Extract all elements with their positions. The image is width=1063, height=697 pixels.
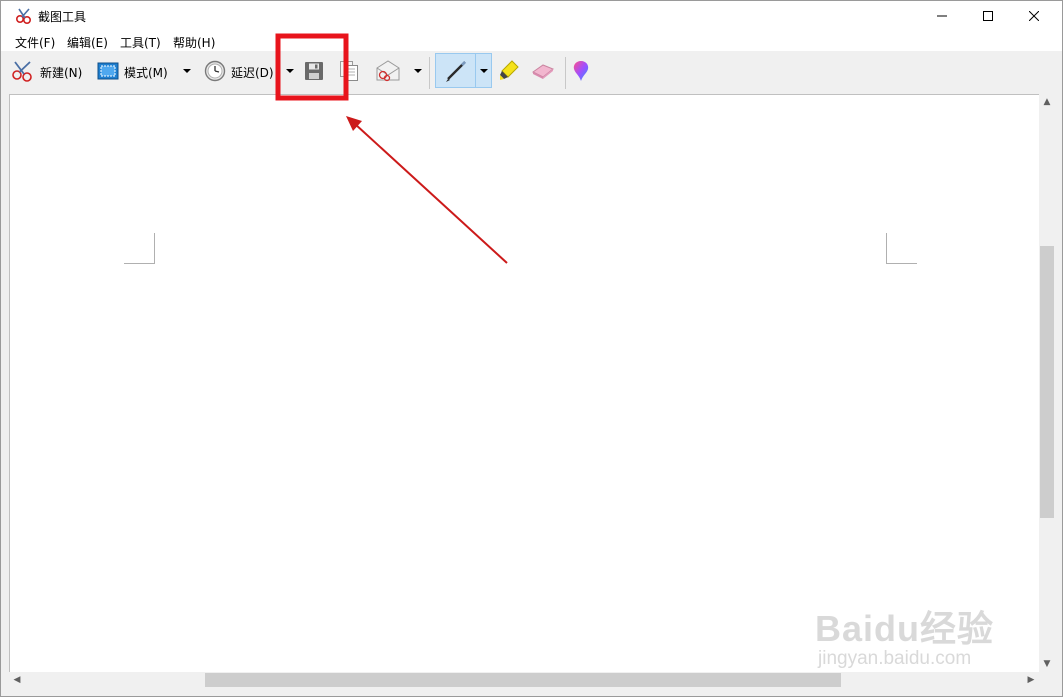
vertical-scroll-thumb[interactable] <box>1040 246 1054 518</box>
minimize-icon <box>937 15 947 17</box>
eraser-button[interactable] <box>531 59 555 85</box>
snip-scissors-icon <box>11 60 35 85</box>
maximize-icon <box>983 11 993 21</box>
highlighter-icon <box>498 59 520 86</box>
highlighter-button[interactable] <box>498 59 520 85</box>
paint3d-icon <box>571 59 591 86</box>
send-snip-button[interactable] <box>375 59 401 85</box>
vertical-scrollbar[interactable]: ▲ ▼ <box>1039 94 1055 672</box>
scroll-up-icon[interactable]: ▲ <box>1039 94 1055 110</box>
baidu-watermark-logo: Baidu经验 <box>815 608 995 649</box>
scroll-left-icon[interactable]: ◀ <box>9 672 25 688</box>
menu-file[interactable]: 文件(F) <box>15 34 55 51</box>
save-button[interactable] <box>304 59 324 85</box>
toolbar-separator-2 <box>565 57 566 89</box>
menu-edit[interactable]: 编辑(E) <box>67 34 108 51</box>
mode-rectangle-icon <box>97 62 119 83</box>
title-bar: 截图工具 <box>1 1 1062 31</box>
delay-button[interactable]: 延迟(D) <box>204 59 274 85</box>
page-corner-mark <box>886 233 917 264</box>
new-snip-button[interactable]: 新建(N) <box>11 59 82 85</box>
copy-button[interactable] <box>339 59 359 85</box>
eraser-icon <box>531 62 555 83</box>
baidu-watermark-url: jingyan.baidu.com <box>818 648 972 669</box>
toolbar-separator <box>429 57 430 89</box>
menu-tools[interactable]: 工具(T) <box>120 34 161 51</box>
snipping-tool-app-icon <box>15 7 33 25</box>
snip-canvas[interactable] <box>9 94 1039 673</box>
size-grip[interactable] <box>1039 672 1055 688</box>
delay-dropdown-arrow[interactable] <box>286 69 294 73</box>
mode-label: 模式(M) <box>124 65 168 80</box>
paint3d-button[interactable] <box>571 59 591 85</box>
horizontal-scrollbar[interactable]: ◀ ▶ <box>9 672 1039 688</box>
save-icon <box>304 61 324 84</box>
delay-label: 延迟(D) <box>231 65 274 80</box>
new-label: 新建(N) <box>40 65 83 80</box>
pen-icon <box>443 59 469 86</box>
pen-button[interactable] <box>443 59 469 85</box>
scroll-down-icon[interactable]: ▼ <box>1039 656 1055 672</box>
pen-dropdown-arrow[interactable] <box>480 69 488 73</box>
snipping-tool-window: 截图工具 文件(F) 编辑(E) 工具(T) 帮助(H) 新建(N) 模式(M)… <box>0 0 1063 697</box>
menu-help[interactable]: 帮助(H) <box>173 34 215 51</box>
pen-divider <box>475 54 476 87</box>
send-email-icon <box>375 59 401 85</box>
mode-dropdown-arrow[interactable] <box>183 69 191 73</box>
scroll-right-icon[interactable]: ▶ <box>1023 672 1039 688</box>
toolbar: 新建(N) 模式(M) 延迟(D) <box>1 51 1062 93</box>
close-button[interactable] <box>1011 1 1057 31</box>
mode-button[interactable]: 模式(M) <box>97 59 168 85</box>
menu-bar: 文件(F) 编辑(E) 工具(T) 帮助(H) <box>1 31 1062 51</box>
close-icon <box>1029 11 1039 21</box>
copy-icon <box>339 60 359 85</box>
maximize-button[interactable] <box>965 1 1011 31</box>
send-dropdown-arrow[interactable] <box>414 69 422 73</box>
horizontal-scroll-thumb[interactable] <box>205 673 841 687</box>
window-title: 截图工具 <box>38 10 87 24</box>
minimize-button[interactable] <box>919 1 965 31</box>
clock-icon <box>204 60 226 85</box>
page-corner-mark <box>124 233 155 264</box>
